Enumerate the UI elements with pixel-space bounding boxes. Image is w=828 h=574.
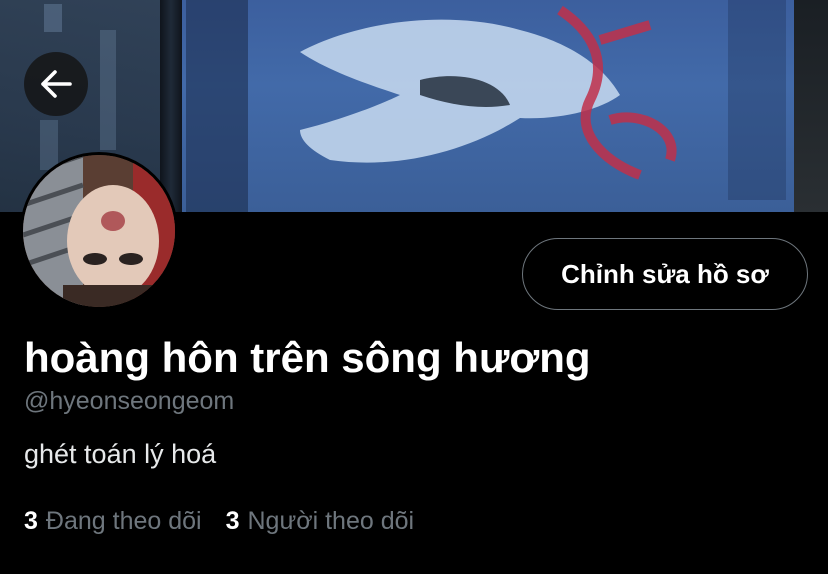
bio-text: ghét toán lý hoá (24, 439, 217, 469)
avatar-photo (23, 155, 175, 307)
arrow-left-icon (41, 70, 72, 98)
following-link[interactable]: 3 Đang theo dõi (24, 504, 202, 538)
user-handle: @hyeonseongeom (24, 387, 235, 415)
following-count: 3 (24, 507, 38, 535)
followers-link[interactable]: 3 Người theo dõi (226, 504, 414, 538)
avatar[interactable] (20, 152, 178, 310)
followers-count: 3 (225, 507, 240, 535)
edit-profile-button[interactable]: Chỉnh sửa hồ sơ (522, 238, 808, 310)
follow-stats: 3 Đang theo dõi 3 Người theo dõi (24, 504, 438, 538)
following-label: Đang theo dõi (45, 507, 202, 535)
followers-label: Người theo dõi (247, 507, 415, 535)
display-name: hoàng hôn trên sông hương (24, 334, 591, 381)
back-button[interactable] (24, 52, 88, 116)
